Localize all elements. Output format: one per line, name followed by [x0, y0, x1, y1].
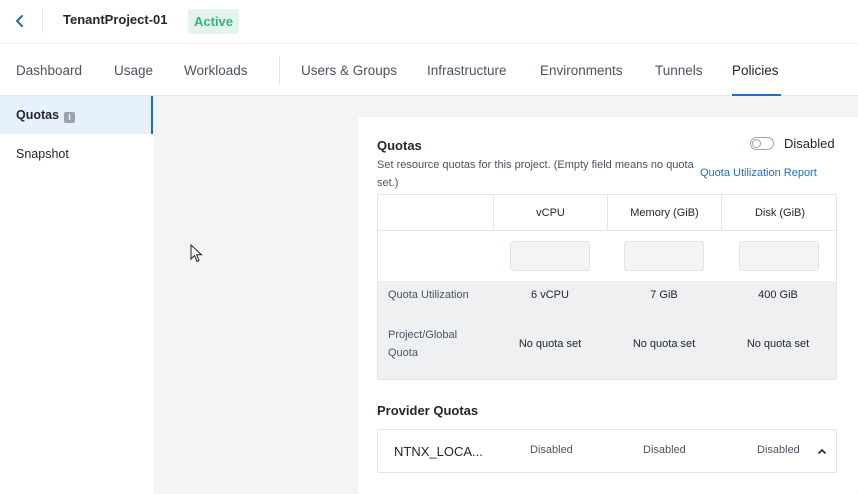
sidebar-item-quotas[interactable]: Quotas i — [0, 96, 153, 134]
sidebar-item-label: Snapshot — [16, 147, 69, 161]
tab-usage[interactable]: Usage — [114, 63, 153, 78]
page-header: TenantProject-01 Active — [0, 0, 858, 44]
disk-utilization-value: 400 GiB — [758, 289, 798, 301]
tab-dashboard[interactable]: Dashboard — [16, 63, 82, 78]
disk-quota-input[interactable] — [739, 241, 819, 271]
sidebar-item-label: Quotas — [16, 108, 60, 122]
utilization-row-label: Quota Utilization — [388, 289, 469, 301]
quotas-title: Quotas — [377, 138, 422, 153]
disk-global-quota-value: No quota set — [746, 338, 810, 350]
column-header-disk: Disk (GiB) — [721, 195, 836, 231]
chevron-left-icon — [16, 15, 23, 27]
provider-name: NTNX_LOCA... — [394, 444, 483, 459]
mouse-cursor-icon — [190, 244, 203, 263]
quotas-table-header: vCPU Memory (GiB) Disk (GiB) — [378, 195, 836, 231]
policies-sidebar: Quotas i Snapshot — [0, 96, 154, 494]
quota-inputs-row — [378, 231, 836, 281]
header-divider — [42, 9, 43, 33]
quota-summary-rows: Quota Utilization 6 vCPU 7 GiB 400 GiB P… — [378, 281, 836, 379]
global-quota-row-label: Project/Global Quota — [388, 329, 458, 359]
tab-infrastructure[interactable]: Infrastructure — [427, 63, 507, 78]
quotas-description: Set resource quotas for this project. (E… — [377, 159, 694, 189]
status-badge: Active — [188, 9, 240, 34]
toggle-knob — [752, 139, 761, 148]
provider-quota-row[interactable]: NTNX_LOCA... Disabled Disabled Disabled — [377, 429, 837, 473]
column-header-memory: Memory (GiB) — [607, 195, 721, 231]
tab-workloads[interactable]: Workloads — [184, 63, 248, 78]
tab-tunnels[interactable]: Tunnels — [655, 63, 703, 78]
sidebar-item-snapshot[interactable]: Snapshot — [0, 135, 153, 173]
tab-users-groups[interactable]: Users & Groups — [301, 63, 397, 78]
tab-environments[interactable]: Environments — [540, 63, 623, 78]
tab-policies[interactable]: Policies — [732, 63, 779, 78]
provider-disk-status: Disabled — [757, 444, 800, 456]
column-header-vcpu: vCPU — [493, 195, 607, 231]
memory-global-quota-value: No quota set — [632, 338, 696, 350]
provider-quotas-title: Provider Quotas — [377, 403, 479, 418]
vcpu-utilization-value: 6 vCPU — [531, 289, 569, 301]
info-icon[interactable]: i — [64, 112, 76, 123]
quotas-toggle-label: Disabled — [784, 136, 835, 151]
back-button[interactable] — [10, 11, 30, 31]
memory-utilization-value: 7 GiB — [650, 289, 678, 301]
tab-bar: Dashboard Usage Workloads Users & Groups… — [0, 44, 858, 96]
quotas-toggle[interactable] — [750, 137, 774, 150]
vcpu-global-quota-value: No quota set — [518, 338, 582, 350]
chevron-up-icon[interactable] — [816, 445, 828, 457]
provider-memory-status: Disabled — [643, 444, 686, 456]
provider-vcpu-status: Disabled — [530, 444, 573, 456]
quotas-table: vCPU Memory (GiB) Disk (GiB) Quota Utili… — [377, 194, 837, 380]
tab-separator — [279, 56, 280, 84]
quota-utilization-report-link[interactable]: Quota Utilization Report — [700, 167, 817, 179]
memory-quota-input[interactable] — [624, 241, 704, 271]
vcpu-quota-input[interactable] — [510, 241, 590, 271]
project-title: TenantProject-01 — [63, 12, 168, 27]
